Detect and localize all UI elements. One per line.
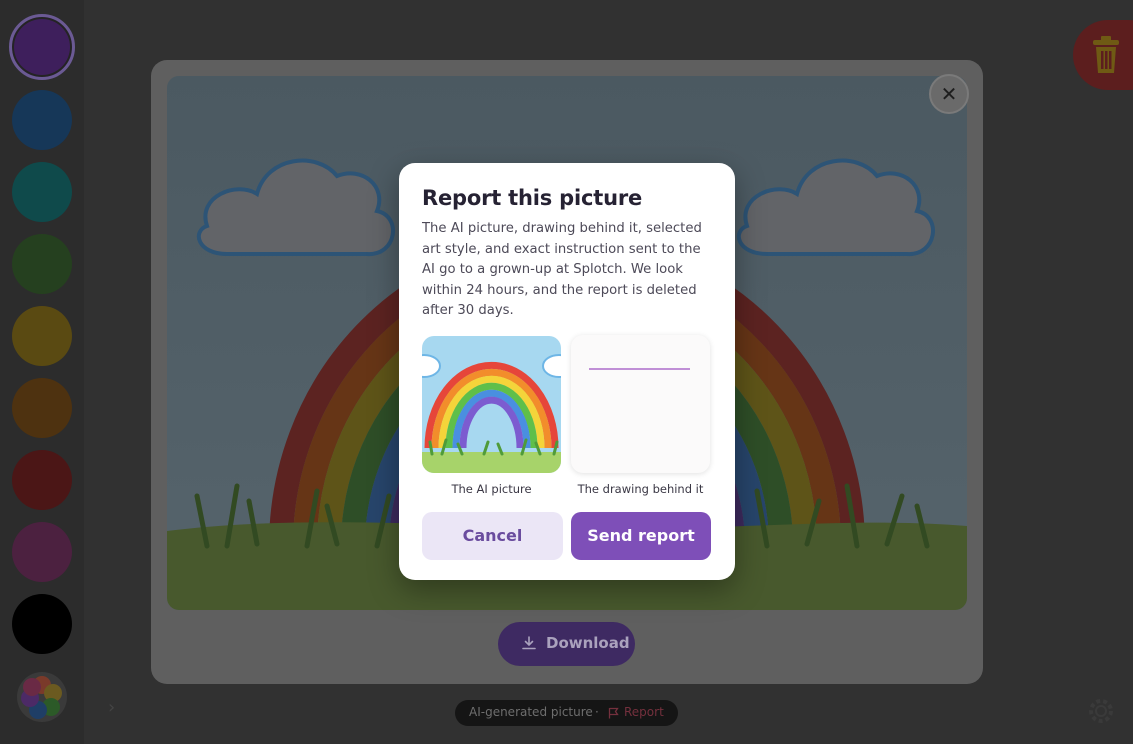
color-swatch-red[interactable] bbox=[12, 450, 72, 510]
trash-button[interactable] bbox=[1073, 20, 1133, 90]
color-swatch-black[interactable] bbox=[12, 594, 72, 654]
separator: · bbox=[595, 705, 599, 719]
color-swatch-yellow[interactable] bbox=[12, 306, 72, 366]
color-swatch-blue[interactable] bbox=[12, 90, 72, 150]
close-icon: ✕ bbox=[940, 82, 958, 106]
ai-picture-thumbnail bbox=[422, 336, 561, 473]
ai-label-pill: AI-generated picture · Report bbox=[455, 700, 678, 726]
drawing-caption: The drawing behind it bbox=[577, 482, 704, 496]
color-swatch-purple[interactable] bbox=[9, 14, 75, 80]
flag-icon[interactable] bbox=[608, 707, 619, 719]
more-colors-button[interactable] bbox=[17, 672, 67, 722]
color-swatch-green[interactable] bbox=[12, 234, 72, 294]
send-report-button[interactable]: Send report bbox=[571, 512, 711, 560]
download-button[interactable]: Download bbox=[498, 622, 635, 666]
drawing-stroke bbox=[589, 368, 690, 370]
color-swatch-teal[interactable] bbox=[12, 162, 72, 222]
dialog-title: Report this picture bbox=[422, 186, 643, 210]
download-icon bbox=[522, 636, 536, 650]
dialog-description: The AI picture, drawing behind it, selec… bbox=[422, 221, 702, 318]
color-swatch-orange[interactable] bbox=[12, 378, 72, 438]
color-swatch-pink[interactable] bbox=[12, 522, 72, 582]
cancel-button[interactable]: Cancel bbox=[422, 512, 563, 560]
chevron-right-icon[interactable]: › bbox=[108, 697, 122, 719]
drawing-thumbnail bbox=[571, 335, 710, 473]
ai-generated-label: AI-generated picture bbox=[469, 705, 593, 719]
gear-icon[interactable] bbox=[1086, 696, 1116, 726]
download-label: Download bbox=[546, 634, 630, 652]
trash-icon bbox=[1093, 36, 1119, 73]
close-viewer-button[interactable]: ✕ bbox=[929, 74, 969, 114]
report-link[interactable]: Report bbox=[624, 705, 664, 719]
petal bbox=[23, 678, 41, 696]
color-palette bbox=[0, 0, 84, 744]
ai-picture-caption: The AI picture bbox=[451, 482, 532, 496]
report-dialog: Report this picture The AI picture, draw… bbox=[399, 163, 735, 580]
